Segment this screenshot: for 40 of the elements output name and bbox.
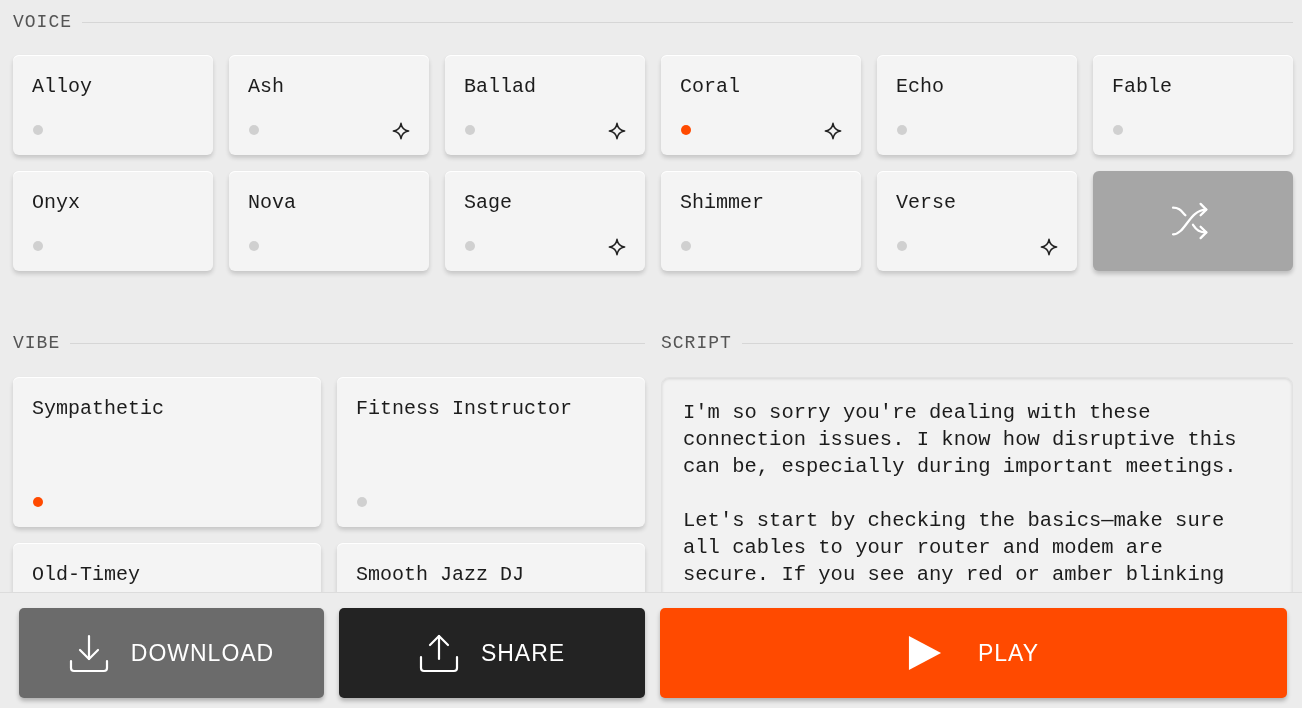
vibe-name: Smooth Jazz DJ [356, 563, 525, 586]
voice-option[interactable]: Shimmer [661, 171, 861, 271]
vibe-option[interactable]: Sympathetic [13, 377, 321, 527]
voice-name: Alloy [32, 75, 92, 98]
play-icon [907, 635, 942, 671]
voice-option[interactable]: Echo [877, 55, 1077, 155]
section-heading: SCRIPT [661, 333, 732, 353]
vibe-option[interactable]: Fitness Instructor [337, 377, 645, 527]
voice-name: Verse [896, 191, 956, 214]
voice-name: Shimmer [680, 191, 764, 214]
section-heading: VOICE [13, 12, 72, 32]
vibe-name: Old-Timey [32, 563, 141, 586]
script-paragraph: I'm so sorry you're dealing with these connection issues. I know how disruptive this can be, especially during important meetings. [683, 400, 1238, 480]
upload-icon [418, 633, 459, 673]
vibe-name: Fitness Instructor [356, 397, 573, 420]
vibe-name: Sympathetic [32, 397, 165, 420]
download-button[interactable]: DOWNLOAD [19, 608, 324, 698]
voice-option[interactable]: Ballad [445, 55, 645, 155]
voice-name: Echo [896, 75, 944, 98]
voice-name: Sage [464, 191, 512, 214]
voice-option[interactable]: Verse [877, 171, 1077, 271]
voice-name: Fable [1112, 75, 1172, 98]
voice-option[interactable]: Nova [229, 171, 429, 271]
vibe-option[interactable]: Smooth Jazz DJ [337, 543, 645, 592]
share-button[interactable]: SHARE [339, 608, 645, 698]
voice-option[interactable]: Coral [661, 55, 861, 155]
voice-name: Ash [248, 75, 284, 98]
script-paragraph: Let's start by checking the basics—make sure all cables to your router and modem are secure. If you see any red or amber blinking [683, 508, 1226, 588]
voice-option[interactable]: Ash [229, 55, 429, 155]
download-icon [68, 633, 109, 673]
vibe-option[interactable]: Old-Timey [13, 543, 321, 592]
voice-option[interactable]: Onyx [13, 171, 213, 271]
voice-option[interactable]: Fable [1093, 55, 1293, 155]
voice-name: Onyx [32, 191, 80, 214]
section-heading: VIBE [13, 333, 61, 353]
voice-name: Ballad [464, 75, 536, 98]
voice-option[interactable]: Sage [445, 171, 645, 271]
voice-name: Coral [680, 75, 740, 98]
voice-option[interactable]: Alloy [13, 55, 213, 155]
voice-name: Nova [248, 191, 296, 214]
